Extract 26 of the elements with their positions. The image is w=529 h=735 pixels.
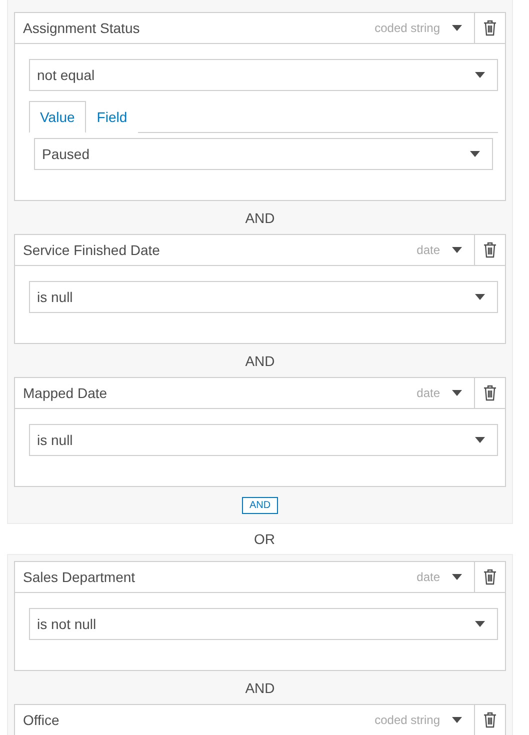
trash-icon xyxy=(483,242,497,258)
tab[interactable]: Value xyxy=(29,101,86,133)
caret-icon xyxy=(475,621,485,627)
or-label: OR xyxy=(253,530,276,549)
operator-dropdown[interactable]: not equal xyxy=(29,59,498,91)
operator-dropdown[interactable]: is null xyxy=(29,424,498,456)
add-and-button[interactable]: AND xyxy=(242,497,278,514)
caret-icon xyxy=(452,390,462,396)
caret-icon xyxy=(452,574,462,580)
operator-dropdown[interactable]: is not null xyxy=(29,608,498,640)
caret-icon xyxy=(475,437,485,443)
trash-icon xyxy=(483,385,497,401)
and-label: AND xyxy=(244,678,276,698)
value-dropdown[interactable]: Paused xyxy=(34,138,493,170)
caret-icon xyxy=(475,294,485,300)
caret-icon xyxy=(452,717,462,723)
operator-dropdown[interactable]: is null xyxy=(29,281,498,313)
caret-icon xyxy=(470,151,480,157)
caret-icon xyxy=(452,25,462,31)
and-label: AND xyxy=(244,208,276,228)
trash-icon xyxy=(483,20,497,36)
trash-icon xyxy=(483,569,497,585)
caret-icon xyxy=(475,72,485,78)
caret-icon xyxy=(452,247,462,253)
trash-icon xyxy=(483,712,497,728)
and-label: AND xyxy=(244,352,276,370)
